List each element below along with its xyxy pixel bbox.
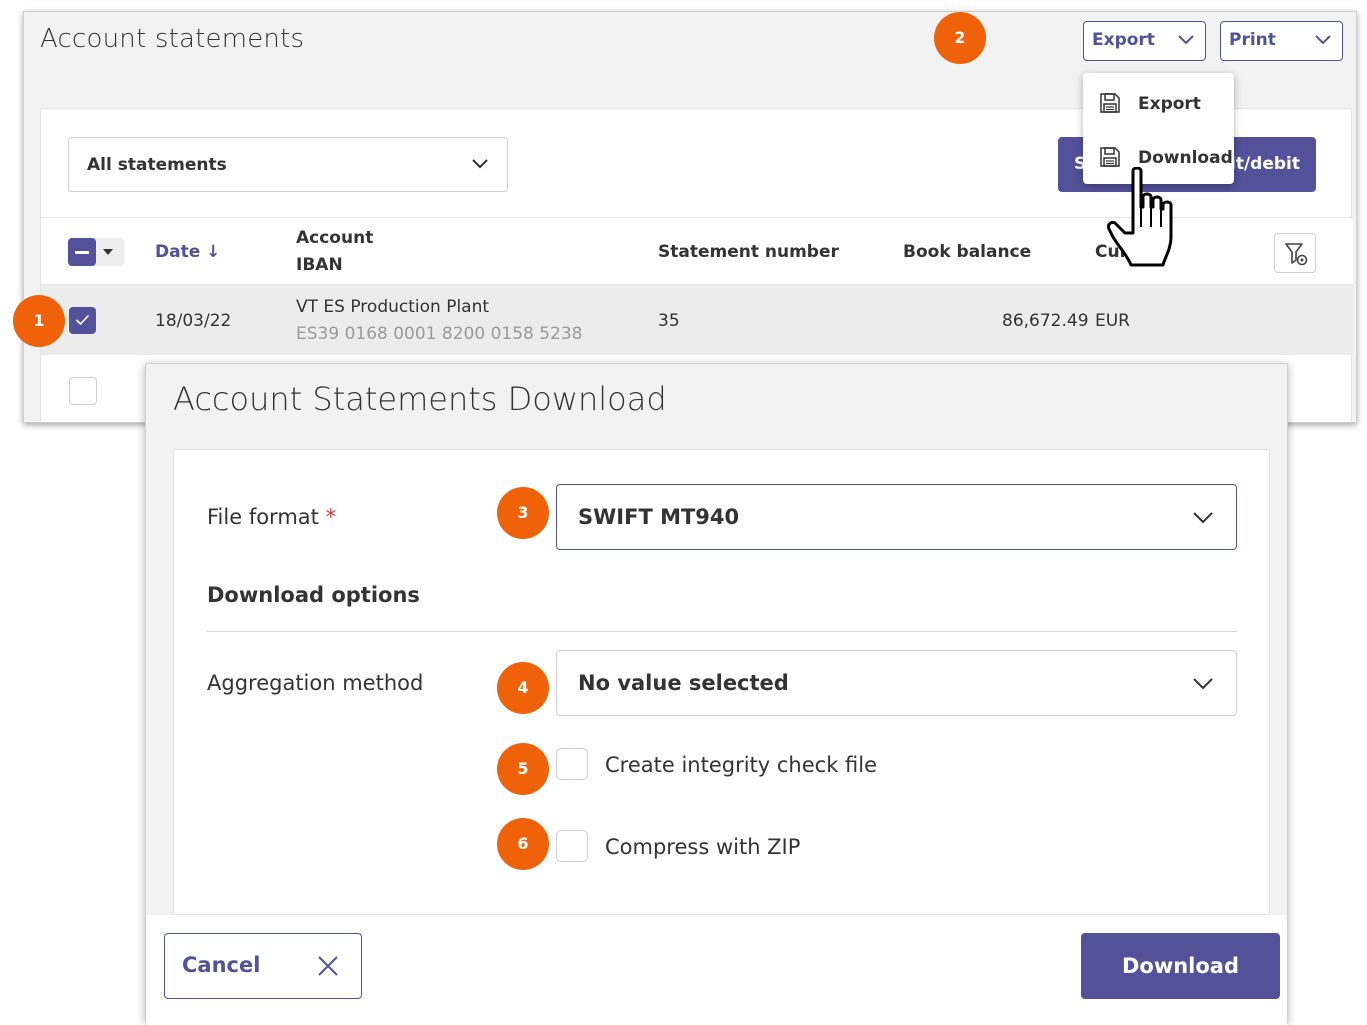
download-options-heading: Download options <box>207 583 420 607</box>
column-header-date[interactable]: Date ↓ <box>155 242 220 262</box>
hand-cursor-icon <box>1107 167 1173 267</box>
divider <box>207 631 1237 632</box>
step-badge-3: 3 <box>497 487 549 539</box>
statement-filter-select[interactable]: All statements <box>68 137 508 192</box>
step-badge-2: 2 <box>934 12 986 64</box>
file-format-value: SWIFT MT940 <box>578 505 740 529</box>
checkmark-icon <box>75 314 90 326</box>
download-button[interactable]: Download <box>1081 933 1280 999</box>
file-format-select[interactable]: SWIFT MT940 <box>556 484 1237 550</box>
chevron-down-icon <box>1193 512 1213 524</box>
save-icon <box>1100 147 1120 167</box>
row-checkbox[interactable] <box>69 377 97 405</box>
row-currency: EUR <box>1095 311 1130 331</box>
row-iban: ES39 0168 0001 8200 0158 5238 <box>296 324 583 344</box>
page-title: Account statements <box>40 24 305 54</box>
file-format-label: File format * <box>207 505 336 529</box>
row-checkbox[interactable] <box>69 307 96 334</box>
cancel-button[interactable]: Cancel <box>164 933 362 999</box>
step-badge-4: 4 <box>497 662 549 714</box>
menu-item-download-label: Download <box>1138 148 1233 168</box>
row-account: VT ES Production Plant <box>296 297 490 317</box>
row-date: 18/03/22 <box>155 311 232 331</box>
indeterminate-checkbox[interactable] <box>68 238 96 266</box>
row-statement-number: 35 <box>658 311 680 331</box>
dialog-form: File format * SWIFT MT940 Download optio… <box>173 449 1270 915</box>
step-badge-1: 1 <box>13 295 65 347</box>
column-header-iban: IBAN <box>296 255 343 275</box>
print-dropdown-label: Print <box>1229 30 1276 50</box>
download-dialog: Account Statements Download File format … <box>145 363 1288 1025</box>
statement-filter-value: All statements <box>87 155 227 175</box>
cancel-button-label: Cancel <box>182 953 261 977</box>
integrity-check-label[interactable]: Create integrity check file <box>605 753 877 777</box>
close-icon <box>318 956 338 976</box>
step-badge-6: 6 <box>497 818 549 870</box>
row-book-balance: 86,672.49 <box>1002 311 1089 331</box>
chevron-down-icon <box>1315 35 1331 45</box>
table-row[interactable]: 18/03/22 VT ES Production Plant ES39 016… <box>41 285 1353 355</box>
integrity-check-checkbox[interactable] <box>556 748 588 780</box>
aggregation-method-label: Aggregation method <box>207 671 424 695</box>
menu-item-export[interactable]: Export <box>1083 77 1234 127</box>
chevron-down-icon <box>1178 35 1194 45</box>
column-header-statement-number[interactable]: Statement number <box>658 242 839 262</box>
required-marker: * <box>325 505 337 529</box>
column-settings-button[interactable] <box>1274 233 1316 273</box>
aggregation-method-value: No value selected <box>578 671 789 695</box>
chevron-down-icon <box>472 159 488 169</box>
filter-settings-icon <box>1285 243 1308 266</box>
column-header-book-balance[interactable]: Book balance <box>903 242 1031 262</box>
export-dropdown[interactable]: Export <box>1083 21 1206 61</box>
export-dropdown-label: Export <box>1092 30 1155 50</box>
menu-item-export-label: Export <box>1138 94 1201 114</box>
aggregation-method-select[interactable]: No value selected <box>556 650 1237 716</box>
column-header-account[interactable]: Account <box>296 228 373 248</box>
dialog-title: Account Statements Download <box>173 380 667 418</box>
compress-zip-checkbox[interactable] <box>556 830 588 862</box>
compress-zip-label[interactable]: Compress with ZIP <box>605 835 800 859</box>
file-format-label-text: File format <box>207 505 319 529</box>
caret-down-icon[interactable] <box>103 249 113 255</box>
print-dropdown[interactable]: Print <box>1220 21 1343 61</box>
chevron-down-icon <box>1193 678 1213 690</box>
select-all-checkbox[interactable] <box>68 238 124 266</box>
save-icon <box>1100 93 1120 113</box>
step-badge-5: 5 <box>497 743 549 795</box>
